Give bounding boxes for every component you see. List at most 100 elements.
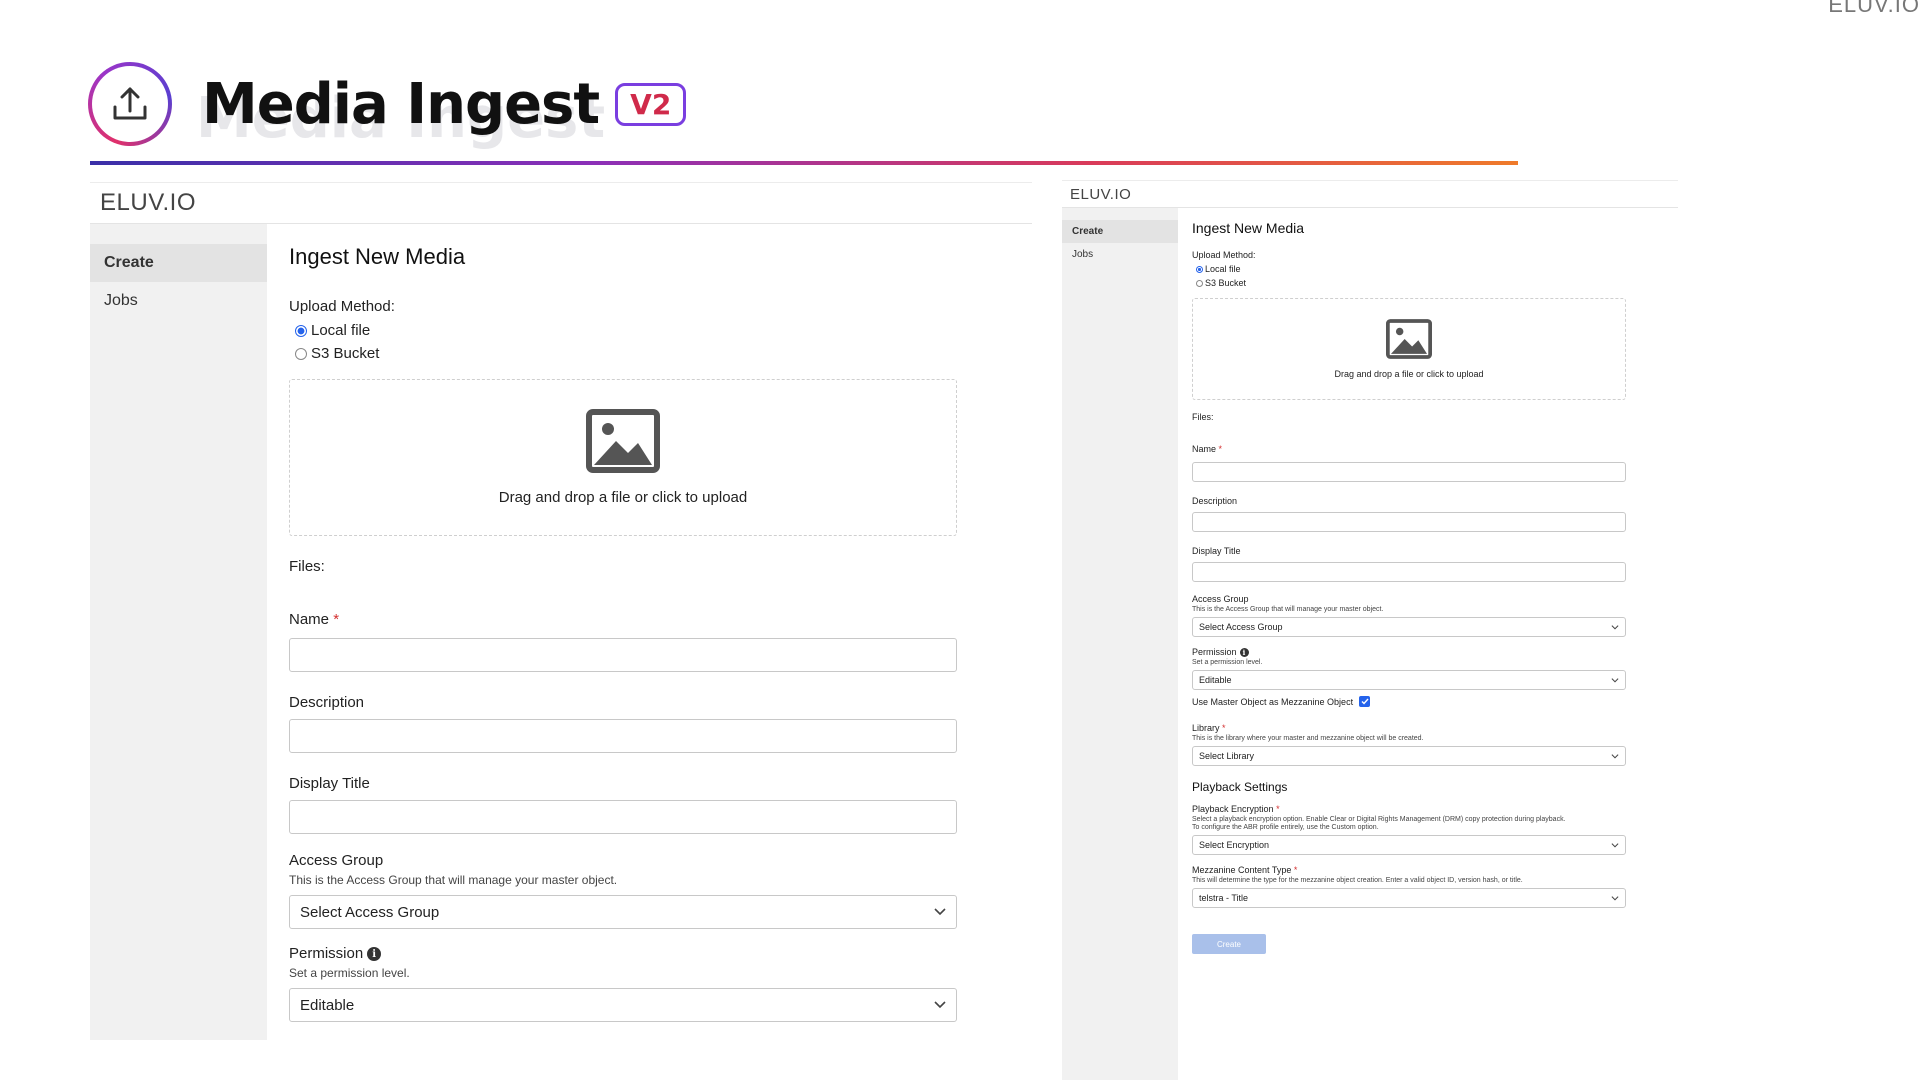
- select-value: Select Library: [1199, 751, 1255, 762]
- encryption-help-2: To configure the ABR profile entirely, u…: [1192, 824, 1379, 832]
- permission-select[interactable]: Editable: [289, 988, 957, 1022]
- description-label: Description: [289, 694, 365, 711]
- chevron-down-icon: [934, 1001, 946, 1009]
- slide-title-wrap: Media Ingest Media Ingest: [196, 71, 605, 151]
- library-select[interactable]: Select Library: [1192, 746, 1626, 767]
- dropzone-text: Drag and drop a file or click to upload: [498, 489, 748, 506]
- app-logo: ELUV.IO: [100, 189, 196, 216]
- description-input[interactable]: [1192, 512, 1626, 532]
- access-group-label: Access Group: [1192, 594, 1249, 604]
- upload-icon: [88, 62, 172, 146]
- slide-title: Media Ingest: [202, 71, 600, 137]
- sidebar-item-jobs[interactable]: Jobs: [1062, 243, 1178, 266]
- encryption-help-1: Select a playback encryption option. Ena…: [1192, 816, 1566, 824]
- access-group-help: This is the Access Group that will manag…: [1192, 606, 1384, 613]
- chevron-down-icon: [1611, 895, 1619, 901]
- radio-local-file[interactable]: Local file: [1192, 262, 1632, 276]
- radio-label: Local file: [1205, 264, 1241, 274]
- radio-button[interactable]: [1196, 279, 1203, 287]
- name-input[interactable]: [289, 638, 957, 672]
- content-type-help: This will determine the type for the mez…: [1192, 877, 1523, 885]
- upload-method-label: Upload Method:: [1192, 250, 1256, 260]
- content-type-select[interactable]: telstra - Title: [1192, 888, 1626, 909]
- sidebar: Create Jobs: [90, 224, 267, 1040]
- app-screenshot-small: ELUV.IO Create Jobs Ingest New Media Upl…: [1062, 180, 1678, 1080]
- radio-label: Local file: [311, 322, 371, 339]
- content-type-label: Mezzanine Content Type: [1192, 865, 1292, 876]
- permission-label: Permission: [289, 945, 364, 962]
- sidebar: Create Jobs: [1062, 208, 1178, 1080]
- chevron-down-icon: [1611, 624, 1619, 629]
- select-value: Select Access Group: [300, 903, 440, 921]
- version-badge: V2: [615, 82, 687, 126]
- file-dropzone[interactable]: Drag and drop a file or click to upload: [289, 379, 957, 536]
- app-topbar: ELUV.IO: [1062, 180, 1678, 208]
- info-icon[interactable]: i: [1239, 648, 1249, 658]
- chevron-down-icon: [934, 908, 946, 916]
- mezzanine-checkbox-label: Use Master Object as Mezzanine Object: [1192, 696, 1354, 707]
- files-label: Files:: [289, 558, 325, 575]
- radio-s3-bucket[interactable]: S3 Bucket: [1192, 276, 1632, 290]
- required-mark: *: [333, 611, 340, 628]
- description-input[interactable]: [289, 719, 957, 753]
- sidebar-item-create[interactable]: Create: [90, 244, 267, 282]
- image-icon: [586, 409, 660, 473]
- main-form: Ingest New Media Upload Method: Local fi…: [1178, 208, 1632, 1080]
- form-title: Ingest New Media: [289, 244, 466, 269]
- access-group-label: Access Group: [289, 852, 384, 869]
- name-label: Name: [1192, 444, 1217, 454]
- select-value: Editable: [1199, 675, 1232, 686]
- access-group-help: This is the Access Group that will manag…: [289, 873, 618, 887]
- corner-logo: ELUV.IO: [1828, 0, 1920, 17]
- file-dropzone[interactable]: Drag and drop a file or click to upload: [1192, 298, 1626, 400]
- image-icon: [1386, 319, 1432, 359]
- display-title-input[interactable]: [289, 800, 957, 834]
- chevron-down-icon: [1611, 842, 1619, 848]
- permission-label: Permission: [1192, 647, 1237, 657]
- app-topbar: ELUV.IO: [90, 182, 1032, 224]
- radio-button[interactable]: [295, 347, 307, 360]
- gradient-divider: [90, 161, 1518, 165]
- upload-method-label: Upload Method:: [289, 298, 395, 315]
- select-value: Editable: [300, 996, 355, 1014]
- encryption-select[interactable]: Select Encryption: [1192, 835, 1626, 856]
- mezzanine-checkbox[interactable]: [1359, 696, 1371, 708]
- required-mark: *: [1276, 804, 1280, 815]
- encryption-label: Playback Encryption: [1192, 804, 1274, 815]
- required-mark: *: [1218, 444, 1223, 454]
- app-logo: ELUV.IO: [1070, 185, 1132, 203]
- create-button[interactable]: Create: [1192, 934, 1266, 955]
- required-mark: *: [1293, 865, 1298, 876]
- access-group-select[interactable]: Select Access Group: [289, 895, 957, 929]
- access-group-select[interactable]: Select Access Group: [1192, 617, 1626, 637]
- radio-button[interactable]: [1196, 265, 1203, 273]
- radio-s3-bucket[interactable]: S3 Bucket: [289, 342, 969, 365]
- radio-button[interactable]: [295, 324, 307, 337]
- library-help: This is the library where your master an…: [1192, 735, 1424, 743]
- select-value: telstra - Title: [1199, 893, 1249, 904]
- dropzone-text: Drag and drop a file or click to upload: [1334, 369, 1484, 379]
- info-icon[interactable]: i: [367, 947, 382, 962]
- permission-select[interactable]: Editable: [1192, 670, 1626, 691]
- checkmark-icon: [1361, 698, 1369, 705]
- chevron-down-icon: [1611, 753, 1619, 759]
- app-screenshot-large: ELUV.IO Create Jobs Ingest New Media Upl…: [90, 182, 1032, 1040]
- permission-help: Set a permission level.: [1192, 659, 1263, 667]
- select-value: Select Encryption: [1199, 840, 1270, 851]
- sidebar-item-jobs[interactable]: Jobs: [90, 282, 267, 320]
- display-title-label: Display Title: [1192, 546, 1241, 556]
- sidebar-item-create[interactable]: Create: [1062, 220, 1178, 243]
- select-value: Select Access Group: [1199, 622, 1283, 632]
- display-title-input[interactable]: [1192, 562, 1626, 582]
- permission-help: Set a permission level.: [289, 966, 410, 980]
- required-mark: *: [1222, 723, 1226, 734]
- slide-header: Media Ingest Media Ingest V2: [88, 62, 687, 151]
- mezzanine-option[interactable]: Use Master Object as Mezzanine Object: [1192, 696, 1632, 708]
- name-label: Name: [289, 611, 330, 628]
- chevron-down-icon: [1611, 677, 1619, 683]
- form-title: Ingest New Media: [1192, 220, 1305, 236]
- radio-local-file[interactable]: Local file: [289, 319, 969, 342]
- files-label: Files:: [1192, 412, 1214, 422]
- main-form: Ingest New Media Upload Method: Local fi…: [267, 224, 969, 1040]
- name-input[interactable]: [1192, 462, 1626, 482]
